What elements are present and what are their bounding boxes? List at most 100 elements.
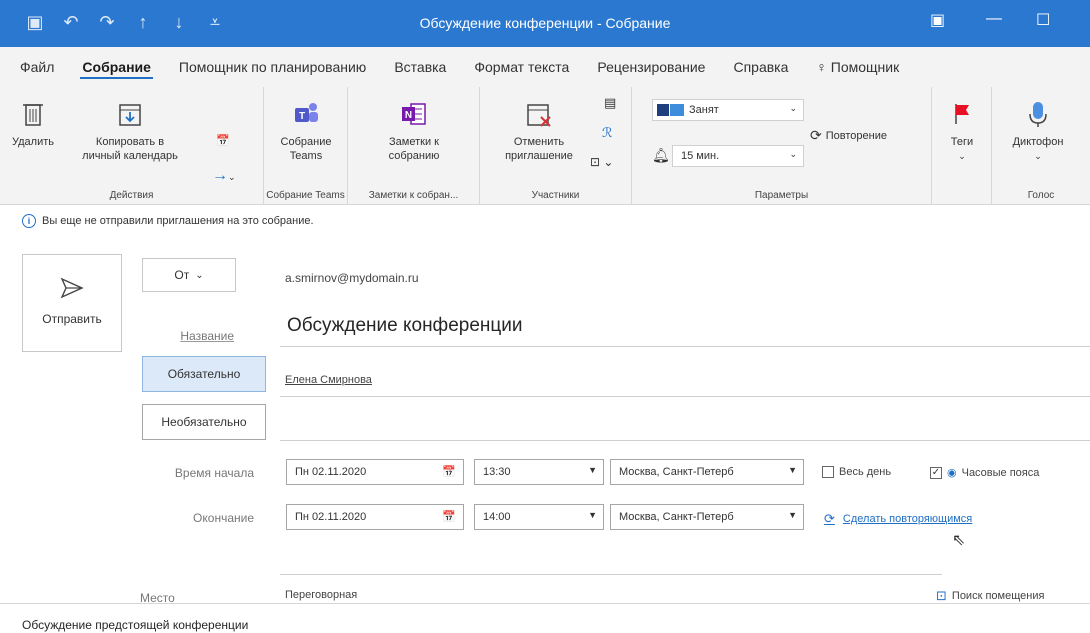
tab-format-text[interactable]: Формат текста <box>460 47 583 87</box>
delete-label: Удалить <box>12 136 54 148</box>
teams-label-line1: Собрание <box>280 136 332 148</box>
calendar-small-icon[interactable]: 📅 <box>216 134 230 147</box>
teams-icon: T <box>295 103 318 122</box>
room-finder-icon: ⊡ <box>936 588 947 603</box>
all-day-checkbox[interactable]: Весь день <box>822 466 891 478</box>
teams-label-line2: Teams <box>289 150 323 162</box>
cancel-invitation-button[interactable]: Отменить приглашение <box>496 99 582 163</box>
tab-tell-me-label: Помощник <box>830 59 900 75</box>
tab-scheduling-assistant[interactable]: Помощник по планированию <box>165 47 380 87</box>
start-date-input[interactable]: Пн 02.11.2020 📅 <box>286 459 464 485</box>
group-actions: Удалить Копировать в личный календарь 📅 … <box>0 87 264 205</box>
subject-underline <box>280 346 1090 347</box>
meeting-notes-button[interactable]: N Заметки к собранию <box>370 99 458 163</box>
globe-icon: ◉ <box>947 467 957 479</box>
recurrence-icon: ⟳ <box>824 511 835 526</box>
required-attendees-button[interactable]: Обязательно <box>142 356 266 392</box>
chevron-down-icon: ⌄ <box>195 269 204 281</box>
end-time-select[interactable]: 14:00 ▼ <box>474 504 604 530</box>
tab-insert[interactable]: Вставка <box>380 47 460 87</box>
forward-arrow-icon[interactable]: →⌄ <box>212 167 236 185</box>
check-names-icon[interactable]: ℛ <box>602 125 612 141</box>
window-title: Обсуждение конференции - Собрание <box>419 15 671 31</box>
calendar-icon[interactable]: 📅 <box>442 465 456 478</box>
cancel-calendar-icon <box>527 104 551 127</box>
tab-review[interactable]: Рецензирование <box>583 47 719 87</box>
time-zones-box[interactable]: ✓ <box>930 466 942 479</box>
reminder-select[interactable]: 15 мин. ⌄ <box>672 145 804 167</box>
location-top-line <box>280 574 942 575</box>
start-time-value: 13:30 <box>483 466 511 478</box>
end-timezone-value: Москва, Санкт-Петерб <box>619 511 734 523</box>
show-as-value: Занят <box>689 104 719 116</box>
tab-meeting[interactable]: Собрание <box>68 47 165 87</box>
subject-input[interactable]: Обсуждение конференции <box>287 315 523 337</box>
chevron-down-icon: ⌄ <box>1034 151 1042 161</box>
start-timezone-select[interactable]: Москва, Санкт-Петерб ▼ <box>610 459 804 485</box>
show-as-select[interactable]: Занят ⌄ <box>652 99 804 121</box>
info-message: Вы еще не отправили приглашения на это с… <box>42 215 314 227</box>
triangle-down-icon: ▼ <box>588 510 597 520</box>
required-attendees-input[interactable]: Елена Смирнова <box>285 374 372 386</box>
room-finder-button[interactable]: ⊡ Поиск помещения <box>936 588 1044 604</box>
dictate-button[interactable]: Диктофон ⌄ <box>1006 99 1070 163</box>
end-date-input[interactable]: Пн 02.11.2020 📅 <box>286 504 464 530</box>
info-bar: i Вы еще не отправили приглашения на это… <box>22 214 314 228</box>
optional-attendees-button[interactable]: Необязательно <box>142 404 266 440</box>
delete-button[interactable]: Удалить <box>10 99 56 149</box>
svg-text:T: T <box>299 111 305 122</box>
all-day-box[interactable] <box>822 466 834 478</box>
busy-color-swatch <box>657 104 669 116</box>
maximize-icon[interactable]: ☐ <box>1036 10 1050 30</box>
triangle-down-icon: ▼ <box>788 465 797 475</box>
time-zones-checkbox[interactable]: ✓ ◉ Часовые пояса <box>930 466 1039 479</box>
from-label: От <box>174 268 190 282</box>
address-book-icon[interactable]: ▤ <box>604 95 616 111</box>
group-tags: Теги ⌄ <box>932 87 992 205</box>
group-label-notes: Заметки к собран... <box>368 190 459 201</box>
location-input[interactable]: Переговорная <box>285 589 357 601</box>
bell-icon: 🔔︎ <box>652 147 670 163</box>
body-divider <box>0 603 1090 604</box>
tab-tell-me[interactable]: ♀ Помощник <box>802 47 899 87</box>
group-attendees: Отменить приглашение ▤ ℛ ⊡ ⌄ Участники <box>480 87 632 205</box>
copy-to-calendar-button[interactable]: Копировать в личный календарь <box>70 99 190 163</box>
group-label-voice: Голос <box>1027 190 1055 201</box>
tags-button[interactable]: Теги ⌄ <box>940 99 984 163</box>
start-time-select[interactable]: 13:30 ▼ <box>474 459 604 485</box>
make-recurring-label: Сделать повторяющимся <box>842 513 973 525</box>
message-body[interactable]: Обсуждение предстоящей конференции <box>22 618 248 632</box>
recurrence-icon: ⟳ <box>810 127 822 143</box>
optional-label: Необязательно <box>161 415 247 429</box>
group-label-actions: Действия <box>109 190 154 201</box>
copy-label-line1: Копировать в <box>95 136 165 148</box>
microphone-icon <box>1029 102 1047 127</box>
notes-label-line1: Заметки к <box>389 136 439 148</box>
send-label: Отправить <box>42 312 102 326</box>
response-options-icon[interactable]: ⊡ ⌄ <box>590 155 613 169</box>
send-button[interactable]: Отправить <box>22 254 122 352</box>
end-timezone-select[interactable]: Москва, Санкт-Петерб ▼ <box>610 504 804 530</box>
chevron-down-icon: ⌄ <box>789 149 797 159</box>
calendar-icon[interactable]: 📅 <box>442 510 456 523</box>
recurrence-button[interactable]: ⟳ Повторение <box>810 127 887 144</box>
from-button[interactable]: От ⌄ <box>142 258 236 292</box>
minimize-icon[interactable]: — <box>986 10 1002 28</box>
tab-file[interactable]: Файл <box>0 47 68 87</box>
tab-help[interactable]: Справка <box>719 47 802 87</box>
triangle-down-icon: ▼ <box>788 510 797 520</box>
ribbon: Удалить Копировать в личный календарь 📅 … <box>0 87 1090 205</box>
teams-meeting-button[interactable]: T Собрание Teams <box>272 99 340 163</box>
optional-underline <box>280 440 1090 441</box>
mouse-cursor-icon: ⇖ <box>952 532 966 549</box>
make-recurring-link[interactable]: ⟳ Сделать повторяющимся <box>824 511 972 527</box>
start-timezone-value: Москва, Санкт-Петерб <box>619 466 734 478</box>
end-date-value: Пн 02.11.2020 <box>295 511 367 523</box>
dictate-label: Диктофон <box>1012 136 1064 148</box>
group-notes: N Заметки к собранию Заметки к собран... <box>348 87 480 205</box>
chevron-down-icon: ⌄ <box>789 103 797 113</box>
calendar-copy-icon <box>119 104 141 126</box>
group-label-attendees: Участники <box>531 190 580 201</box>
ribbon-display-icon[interactable]: ▣ <box>930 10 945 30</box>
required-label: Обязательно <box>167 367 241 381</box>
